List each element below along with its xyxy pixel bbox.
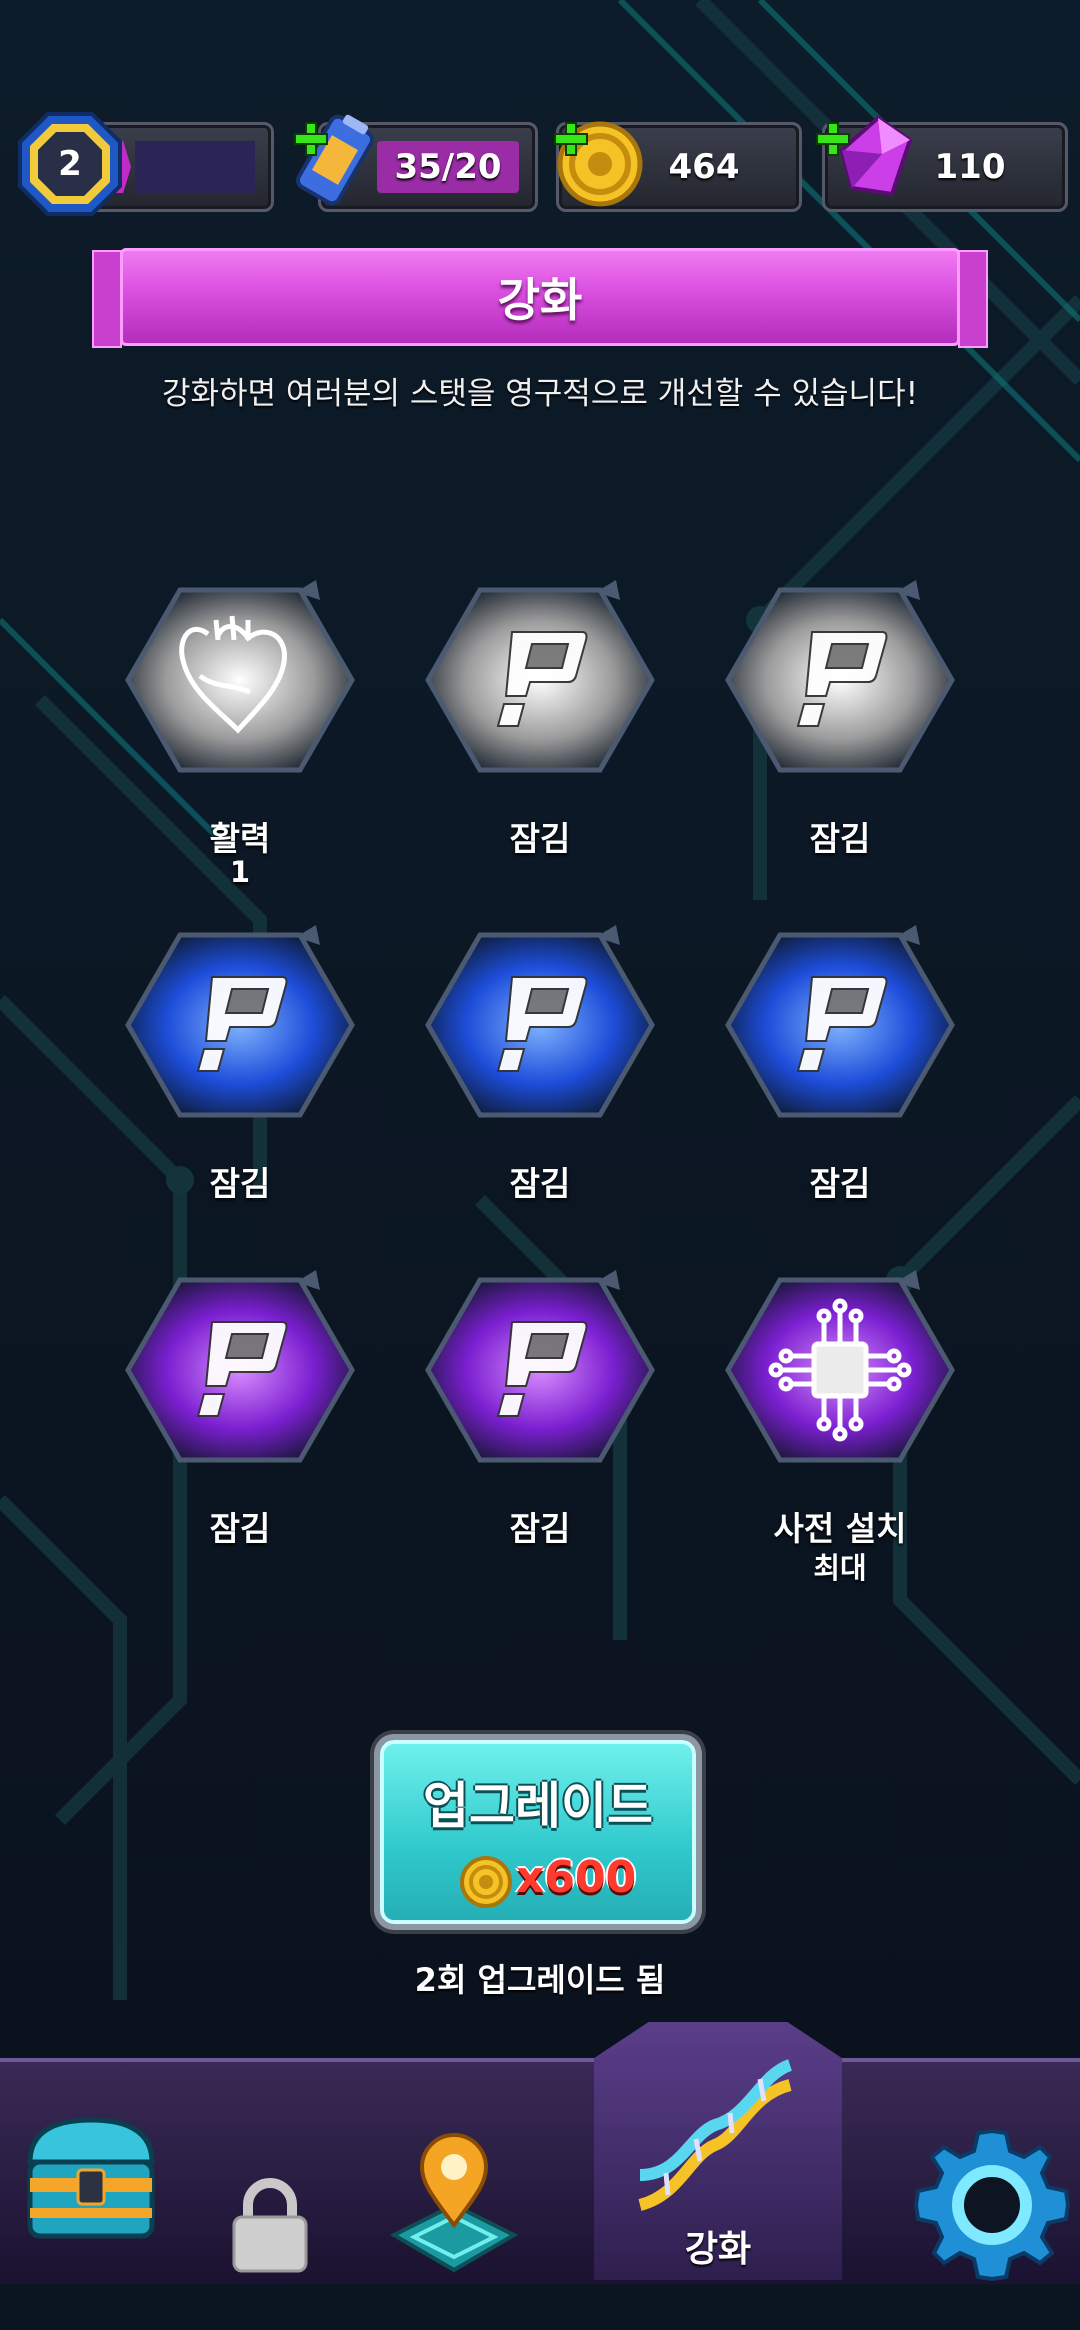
upgrade-slot-label: 잠김	[209, 1164, 271, 1203]
upgrade-slot-hex	[425, 1270, 655, 1463]
upgrade-slot-hex	[425, 925, 655, 1118]
upgrade-slot-hex	[125, 1270, 355, 1463]
upgrade-slot[interactable]: 잠김	[720, 580, 960, 880]
dna-icon[interactable]	[620, 2040, 810, 2250]
upgrade-slot-label: 잠김	[509, 1164, 571, 1203]
upgrade-slot[interactable]: 잠김	[120, 925, 360, 1225]
gear-icon[interactable]	[912, 2098, 1072, 2308]
padlock-icon[interactable]	[228, 2120, 312, 2330]
coin-icon	[460, 1856, 512, 1908]
map-pin-icon[interactable]	[384, 2100, 524, 2310]
upgrade-slot-label: 활력	[209, 819, 271, 858]
upgrade-slot-hex	[125, 925, 355, 1118]
chest-icon[interactable]	[16, 2070, 166, 2280]
upgrade-cost: x600	[516, 1852, 637, 1903]
upgrade-button-label: 업그레이드	[423, 1777, 653, 1835]
upgrade-slot-label: 잠김	[509, 1509, 571, 1548]
upgrade-slot-label: 사전 설치	[773, 1509, 907, 1548]
upgrade-slot[interactable]: 잠김	[420, 580, 660, 880]
upgrade-slot-sublabel: 최대	[813, 1551, 867, 1585]
upgrade-slot[interactable]: 사전 설치 최대	[720, 1270, 960, 1585]
upgrade-button[interactable]: 업그레이드 x600	[360, 1722, 716, 1942]
upgrade-slot-hex	[725, 1270, 955, 1463]
upgrade-slot-label: 잠김	[809, 819, 871, 858]
upgrade-slot-hex	[425, 580, 655, 773]
upgrade-slot-label: 잠김	[509, 819, 571, 858]
upgrade-slot[interactable]: 잠김	[720, 925, 960, 1225]
upgrade-grid: 활력 1 잠김 잠김 잠김 잠김 잠김 잠김 잠김 사전 설치 최대	[0, 0, 1080, 1700]
upgrade-slot-hex	[725, 580, 955, 773]
upgrade-slot[interactable]: 잠김	[420, 925, 660, 1225]
nav-upgrade-label: 강화	[684, 2229, 752, 2270]
upgrade-slot-label: 잠김	[809, 1164, 871, 1203]
upgrade-slot[interactable]: 잠김	[120, 1270, 360, 1570]
upgrade-slot-label: 잠김	[209, 1509, 271, 1548]
upgrade-count-text: 2회 업그레이드 됨	[414, 1961, 666, 1999]
upgrade-slot[interactable]: 활력 1	[120, 580, 360, 889]
upgrade-slot-hex	[125, 580, 355, 773]
upgrade-slot-hex	[725, 925, 955, 1118]
upgrade-slot[interactable]: 잠김	[420, 1270, 660, 1570]
upgrade-slot-sublabel: 1	[229, 855, 251, 889]
